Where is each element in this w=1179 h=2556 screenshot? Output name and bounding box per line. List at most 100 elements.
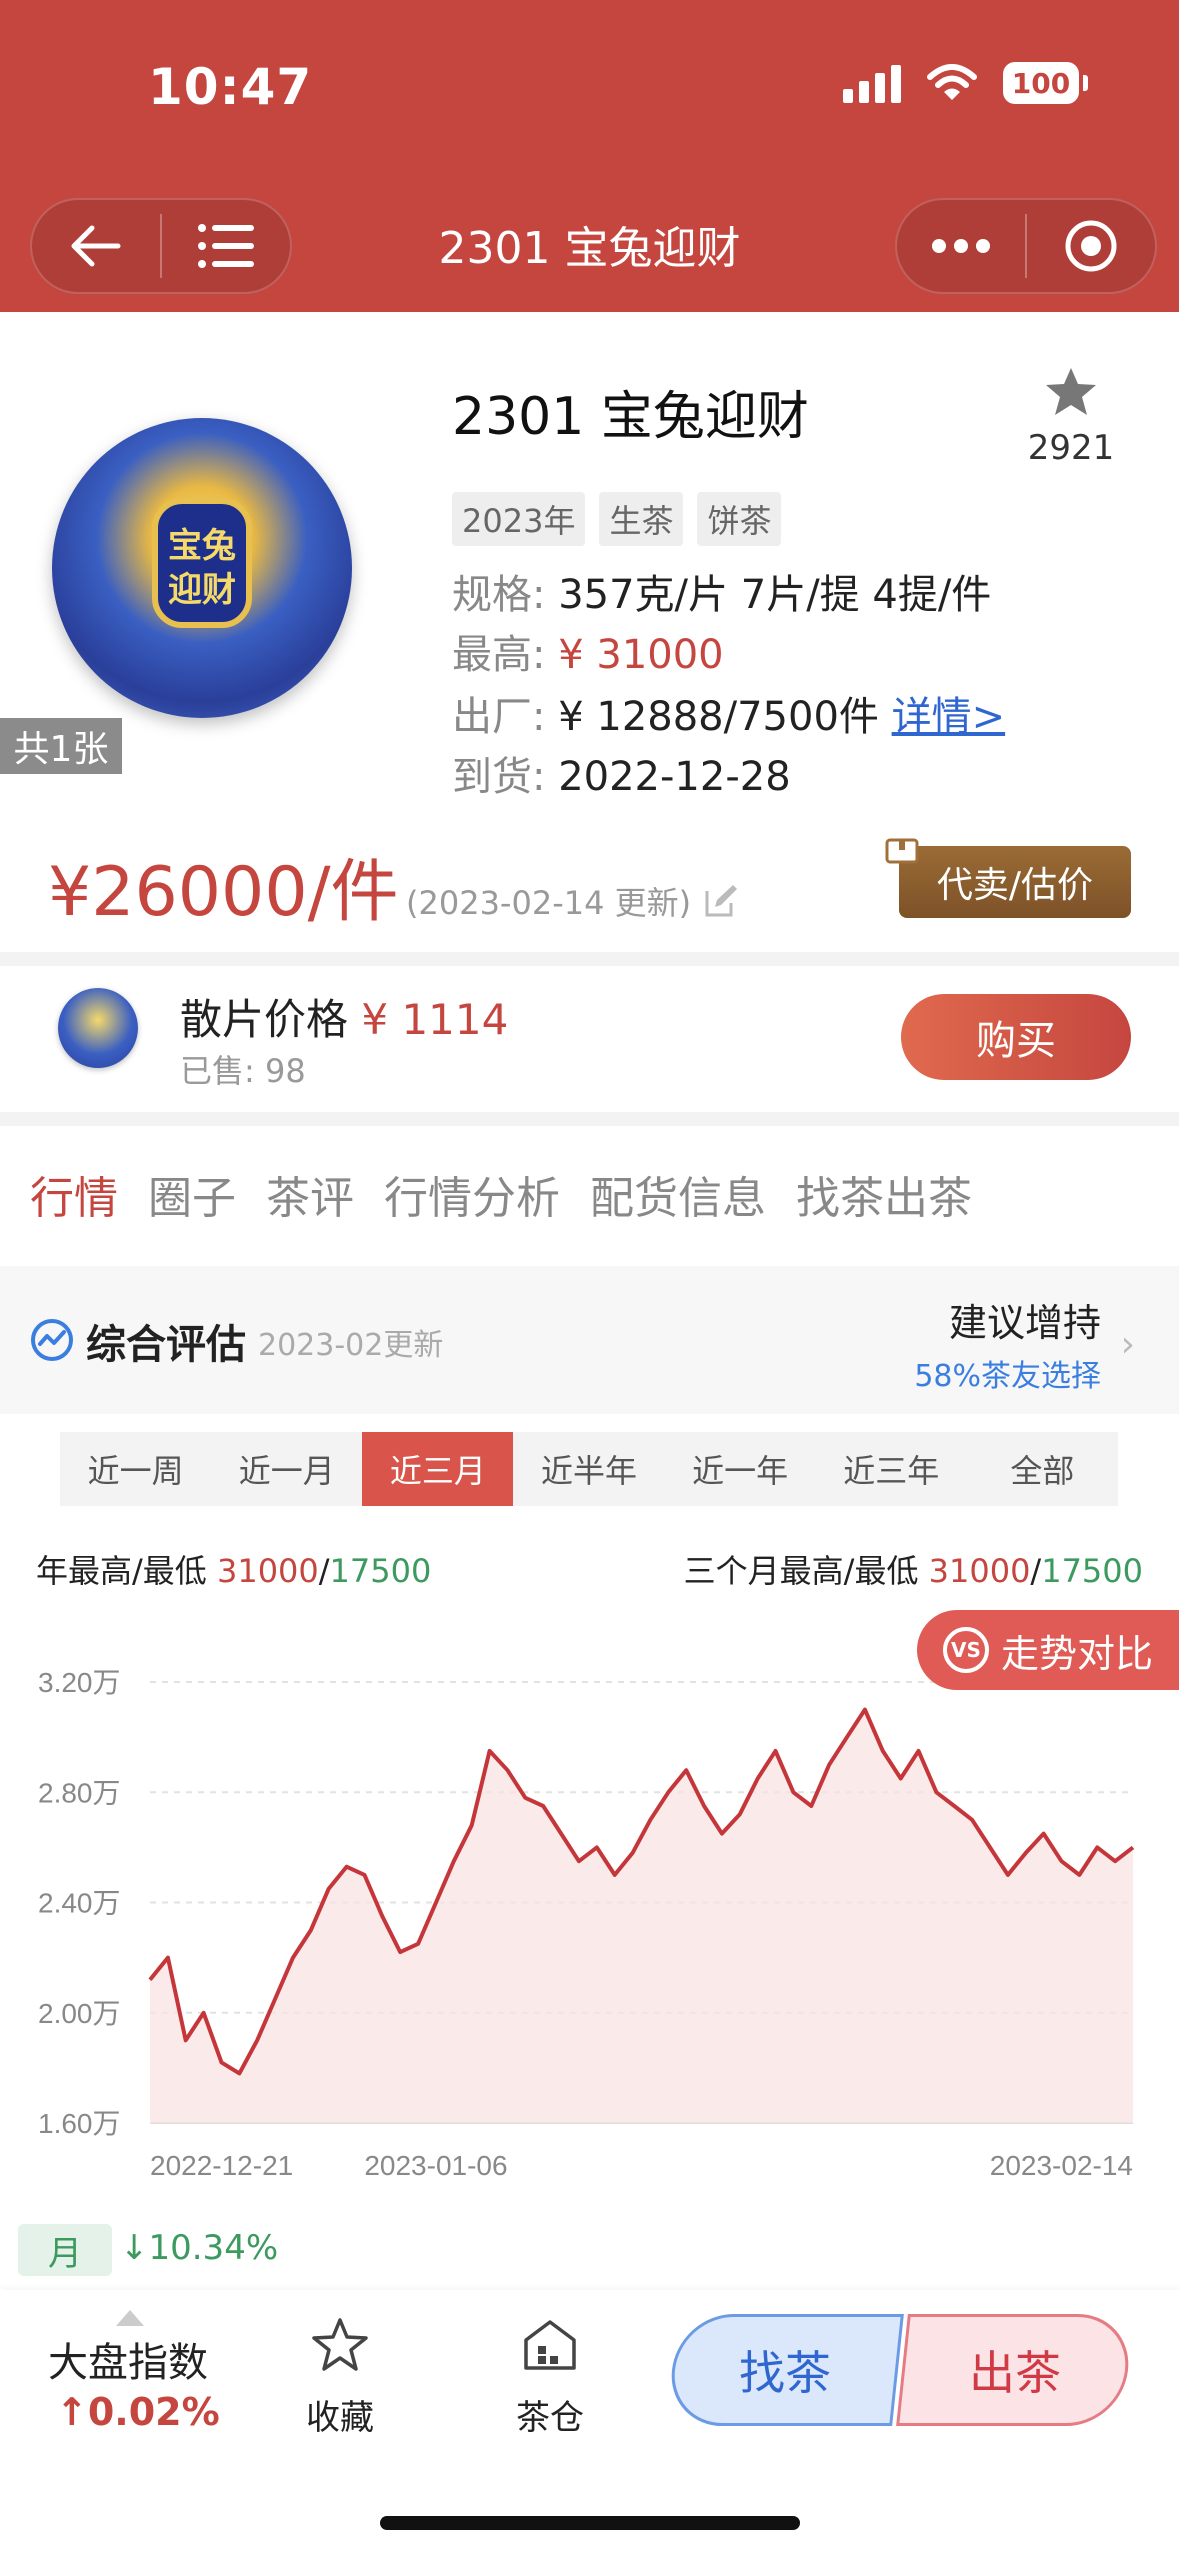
loose-price-label: 散片价格 [180,995,349,1044]
y-tick-label: 2.40万 [38,1888,121,1919]
x-tick-label: 2023-01-06 [364,2150,507,2180]
suggestion-sub: 58%茶友选择 [914,1359,1101,1394]
product-image[interactable]: 宝兔迎财 [52,418,352,718]
spec-label: 规格: [452,572,546,618]
arrival-row: 到货: 2022-12-28 [452,744,791,802]
index-expand-icon[interactable] [116,2310,144,2326]
year-high: 31000 [216,1552,319,1590]
wifi-icon [927,64,977,100]
x-tick-label: 2023-02-14 [990,2150,1133,2180]
tag-type: 生茶 [599,492,684,546]
period-option[interactable]: 近半年 [513,1432,664,1506]
status-icons: 100 [843,62,1088,104]
favorite-count: 2921 [1027,428,1115,468]
warehouse-icon [524,2320,576,2370]
three-month-high-low: 三个月最高/最低 31000/17500 [684,1546,1143,1592]
three-month-low: 17500 [1041,1552,1143,1590]
period-option[interactable]: 近三年 [816,1432,967,1506]
loose-sold-count: 已售: 98 [180,1052,306,1090]
find-tea-button[interactable]: 找茶 [666,2314,904,2426]
app-header: 10:47 100 2301 宝兔迎财 [0,0,1179,312]
home-indicator [380,2516,800,2530]
more-button[interactable] [897,200,1025,292]
max-value: ¥ 31000 [558,632,724,678]
period-option[interactable]: 近一周 [60,1432,211,1506]
trend-circle-icon [31,1319,73,1361]
buy-button[interactable]: 购买 [901,994,1131,1080]
period-option[interactable]: 近一年 [665,1432,816,1506]
period-option[interactable]: 近一月 [211,1432,362,1506]
trend-compare-label: 走势对比 [1000,1631,1153,1676]
trend-compare-button[interactable]: VS 走势对比 [917,1610,1179,1690]
sell-tea-button[interactable]: 出茶 [896,2314,1134,2426]
arrival-label: 到货: [452,754,546,800]
detail-link[interactable]: 详情> [892,694,1006,740]
loose-price-value: ¥ 1114 [361,995,509,1044]
sell-tea-label: 出茶 [969,2346,1061,2400]
product-image-label: 宝兔迎财 [152,498,252,628]
miniapp-capsule [895,198,1157,294]
y-tick-label: 1.60万 [38,2108,121,2139]
signal-icon [843,63,901,103]
period-option[interactable]: 全部 [967,1432,1118,1506]
month-badge[interactable]: 月 [18,2224,112,2276]
market-index-value: ↑0.02% [56,2390,220,2434]
close-miniapp-button[interactable] [1027,200,1155,292]
spec-row: 规格: 357克/片 7片/提 4提/件 [452,562,991,620]
product-price: ¥26000/件 [48,853,399,932]
y-tick-label: 3.20万 [38,1667,121,1698]
tag-form: 饼茶 [697,492,782,546]
section-divider [0,1112,1179,1126]
tab-review[interactable]: 茶评 [266,1162,354,1226]
evaluation-suggestion: 建议增持 58%茶友选择 [914,1292,1101,1395]
consign-appraise-button[interactable]: 代卖/估价 [885,838,1131,918]
tab-find-sell[interactable]: 找茶出茶 [796,1162,972,1226]
favorite-star[interactable]: 2921 [1011,366,1131,468]
suggestion-text: 建议增持 [948,1301,1101,1345]
evaluation-panel[interactable]: 综合评估 2023-02更新 建议增持 58%茶友选择 › [0,1266,1179,1414]
tab-market[interactable]: 行情 [30,1162,118,1290]
y-tick-label: 2.80万 [38,1777,121,1808]
price-chart[interactable]: 1.60万 2.00万 2.40万 2.80万 3.20万 2022-12-21 2023-… [0,1640,1179,2180]
tab-analysis[interactable]: 行情分析 [384,1162,560,1226]
year-high-low: 年最高/最低 31000/17500 [36,1546,431,1592]
y-tick-label: 2.00万 [38,1998,121,2029]
factory-value: ¥ 12888/7500件 [558,694,879,740]
month-change: ↓10.34% [120,2228,279,2268]
loose-tea-thumbnail [58,988,138,1068]
star-outline-icon [312,2318,368,2371]
year-sep: / [318,1552,330,1590]
tab-allocation[interactable]: 配货信息 [590,1162,766,1226]
market-index-label[interactable]: 大盘指数 [48,2330,208,2388]
target-close-icon [1065,220,1117,272]
more-dots-icon [932,239,990,253]
price-update-date: (2023-02-14 更新) [406,878,739,924]
product-tags: 2023年 生茶 饼茶 [452,492,782,546]
vs-icon: VS [942,1627,989,1673]
edit-icon[interactable] [703,883,739,919]
gift-box-icon [885,838,919,864]
product-title: 2301 宝兔迎财 [452,387,809,447]
three-month-high: 31000 [928,1552,1031,1590]
favorite-nav[interactable]: 收藏 [270,2310,410,2439]
evaluation-title: 综合评估 [86,1322,246,1368]
find-tea-label: 找茶 [739,2346,831,2400]
price-area [150,1709,1133,2123]
tab-circle[interactable]: 圈子 [148,1162,236,1226]
year-low: 17500 [329,1552,432,1590]
warehouse-nav-label: 茶仓 [516,2398,584,2438]
period-option[interactable]: 近三月 [362,1432,514,1506]
star-icon [1046,368,1096,415]
spec-value: 357克/片 7片/提 4提/件 [558,572,992,618]
max-row: 最高: ¥ 31000 [452,622,724,680]
price-date-text: (2023-02-14 更新) [406,884,692,922]
warehouse-nav[interactable]: 茶仓 [480,2310,620,2439]
consign-appraise-label: 代卖/估价 [936,865,1094,906]
evaluation-date: 2023-02更新 [258,1328,444,1363]
content-tabs: 行情 圈子 茶评 行情分析 配货信息 找茶出茶 [30,1162,972,1290]
three-month-label: 三个月最高/最低 [683,1552,919,1590]
three-month-sep: / [1030,1552,1042,1590]
tag-year: 2023年 [452,492,586,546]
x-tick-label: 2022-12-21 [150,2150,293,2180]
max-label: 最高: [452,632,546,678]
